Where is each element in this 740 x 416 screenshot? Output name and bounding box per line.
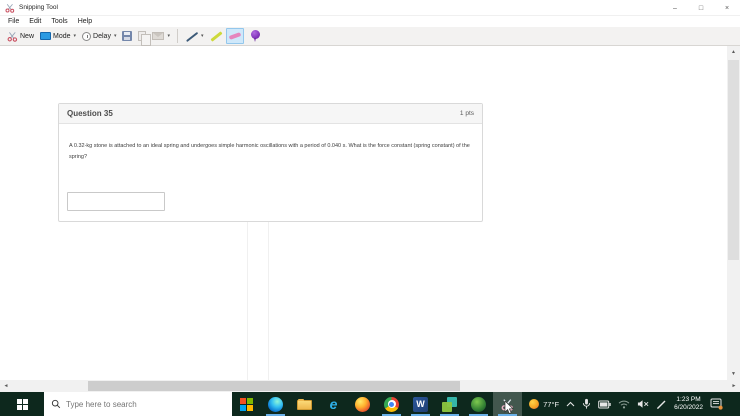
firefox-icon (355, 396, 370, 412)
save-icon (122, 31, 133, 41)
clock-date: 6/20/2022 (674, 404, 703, 411)
photos-icon (442, 396, 457, 412)
taskbar-app-firefox[interactable] (348, 392, 377, 416)
wifi-icon[interactable] (618, 400, 630, 409)
email-icon (152, 32, 165, 40)
content-divider-line (268, 222, 269, 380)
scissors-icon (5, 3, 15, 13)
taskbar-app-green-circle[interactable] (464, 392, 493, 416)
new-label: New (20, 32, 35, 40)
taskbar-search[interactable] (44, 392, 232, 416)
menu-edit[interactable]: Edit (24, 18, 46, 25)
taskbar-clock[interactable]: 1:23 PM 6/20/2022 (674, 396, 703, 412)
window-title: Snipping Tool (19, 4, 58, 11)
edge-icon (268, 396, 283, 412)
microsoft-logo-icon (240, 397, 253, 411)
content-divider-line (247, 222, 248, 380)
eraser-button-selected[interactable] (225, 28, 244, 44)
ink-color-button[interactable] (244, 28, 263, 44)
scroll-down-icon[interactable]: ▼ (727, 368, 740, 380)
clock-icon (82, 31, 92, 41)
question-card: Question 35 1 pts A 0.32-kg stone is att… (58, 103, 483, 222)
highlighter-icon (210, 30, 223, 43)
taskbar-app-photos[interactable] (435, 392, 464, 416)
volume-muted-icon[interactable] (637, 399, 649, 409)
chrome-icon (384, 396, 399, 412)
taskbar-app-chrome[interactable] (377, 392, 406, 416)
mode-button[interactable]: Mode ▾ (37, 30, 79, 42)
green-circle-app-icon (471, 396, 486, 412)
chevron-up-icon[interactable] (566, 401, 575, 408)
horizontal-scrollbar[interactable]: ◄ ► (0, 380, 740, 392)
delay-label: Delay (93, 32, 111, 40)
taskbar-app-file-explorer[interactable] (290, 392, 319, 416)
folder-icon (297, 398, 312, 410)
close-icon[interactable]: × (714, 0, 740, 16)
question-body: A 0.32-kg stone is attached to an ideal … (59, 124, 482, 162)
taskbar-app-word[interactable]: W (406, 392, 435, 416)
vertical-scroll-thumb[interactable] (728, 60, 739, 260)
search-icon (51, 399, 61, 409)
copy-icon (138, 31, 152, 46)
word-icon: W (413, 396, 428, 412)
taskbar-app-internet-explorer[interactable]: e (319, 392, 348, 416)
internet-explorer-icon: e (329, 396, 338, 412)
eraser-icon (229, 30, 241, 42)
weather-widget[interactable]: 77°F (529, 399, 559, 409)
taskbar-apps: e W (232, 392, 522, 416)
sun-icon (529, 399, 540, 409)
save-button[interactable] (119, 29, 135, 43)
copy-button[interactable] (135, 29, 152, 46)
chevron-down-icon: ▾ (73, 33, 77, 39)
menu-bar: File Edit Tools Help (0, 16, 740, 27)
toolbar: New Mode ▾ Delay ▾ ▾ ▾ (0, 27, 740, 46)
windows-logo-icon (16, 398, 28, 410)
scroll-left-icon[interactable]: ◄ (0, 380, 12, 392)
toolbar-separator (176, 29, 178, 43)
taskbar: e W 77°F (0, 392, 740, 416)
snip-canvas: Question 35 1 pts A 0.32-kg stone is att… (0, 46, 727, 380)
temperature-label: 77°F (543, 399, 560, 409)
minimize-icon[interactable]: – (662, 0, 688, 16)
question-header: Question 35 1 pts (59, 104, 482, 124)
menu-help[interactable]: Help (73, 18, 97, 25)
pen-tray-icon[interactable] (656, 399, 667, 410)
question-title: Question 35 (67, 109, 113, 118)
menu-tools[interactable]: Tools (46, 18, 72, 25)
send-snip-button[interactable]: ▾ (149, 30, 173, 42)
mode-icon (40, 32, 52, 40)
title-bar[interactable]: Snipping Tool – □ × (0, 0, 740, 16)
taskbar-app-microsoft-store[interactable] (232, 392, 261, 416)
new-snip-button[interactable]: New (4, 29, 37, 44)
scroll-right-icon[interactable]: ► (728, 380, 740, 392)
scroll-up-icon[interactable]: ▲ (727, 46, 740, 58)
pen-button[interactable]: ▾ (182, 28, 207, 45)
maximize-icon[interactable]: □ (688, 0, 714, 16)
mode-label: Mode (53, 32, 71, 40)
start-button[interactable] (0, 392, 44, 416)
chevron-down-icon: ▾ (167, 33, 170, 39)
search-input[interactable] (66, 399, 206, 409)
scissors-icon (7, 31, 18, 42)
menu-file[interactable]: File (3, 18, 24, 25)
purple-pin-icon (250, 30, 260, 42)
answer-input[interactable] (67, 192, 165, 211)
system-tray: 77°F 1:23 PM 6/20/2022 (529, 392, 740, 416)
question-points: 1 pts (459, 110, 474, 117)
mouse-cursor (504, 401, 514, 415)
highlighter-button[interactable] (207, 28, 226, 45)
microphone-icon[interactable] (582, 398, 591, 410)
taskbar-app-edge[interactable] (261, 392, 290, 416)
clock-time: 1:23 PM (676, 396, 701, 403)
delay-button[interactable]: Delay ▾ (79, 30, 119, 43)
question-text: A 0.32-kg stone is attached to an ideal … (69, 143, 470, 160)
chevron-down-icon: ▾ (200, 33, 204, 39)
battery-icon[interactable] (598, 400, 611, 409)
action-center-icon[interactable] (710, 398, 723, 410)
vertical-scrollbar[interactable]: ▲ ▼ (727, 46, 740, 380)
horizontal-scroll-thumb[interactable] (88, 381, 460, 391)
chevron-down-icon: ▾ (113, 33, 117, 39)
pen-icon (185, 30, 198, 43)
